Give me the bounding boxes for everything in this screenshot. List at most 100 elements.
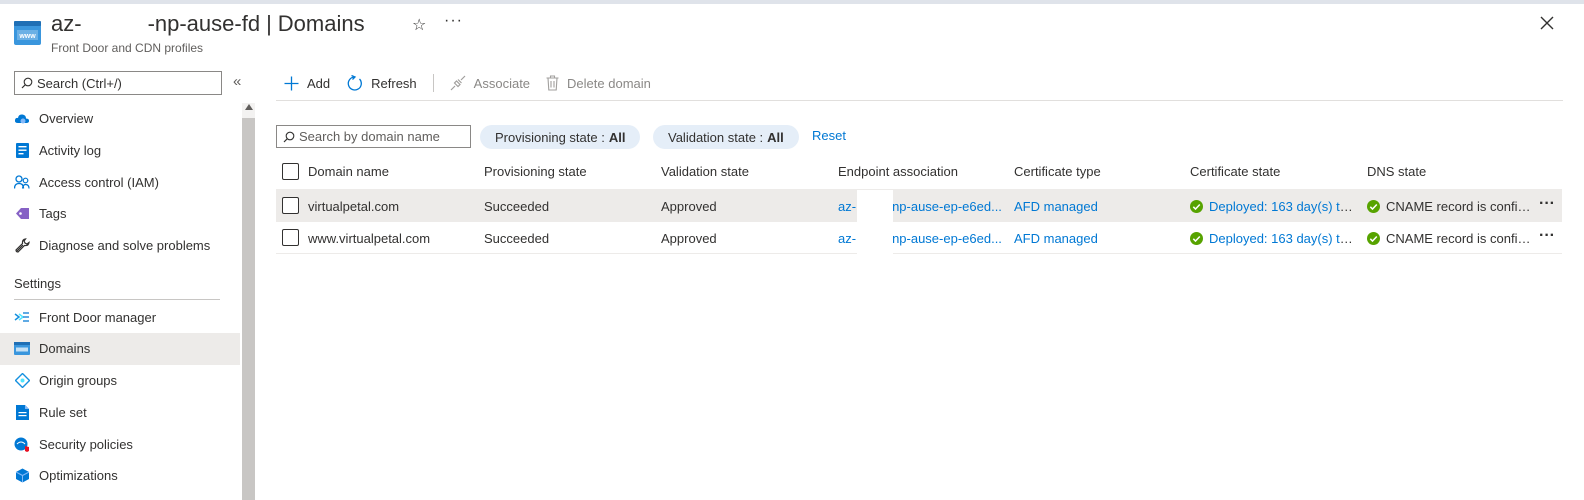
column-header-validation-state[interactable]: Validation state bbox=[661, 164, 749, 179]
nav-label: Rule set bbox=[39, 404, 87, 420]
filter-label: Provisioning state : bbox=[495, 129, 605, 145]
front-door-icon bbox=[14, 309, 30, 325]
filter-value: All bbox=[767, 129, 784, 145]
domain-search-input[interactable] bbox=[299, 129, 464, 144]
success-check-icon bbox=[1190, 200, 1203, 213]
close-icon[interactable] bbox=[1538, 14, 1556, 32]
nav-item-domains[interactable]: Domains bbox=[0, 333, 240, 365]
domain-name-cell: virtualpetal.com bbox=[308, 199, 400, 214]
row-divider bbox=[276, 253, 1562, 254]
row-more-actions-icon[interactable]: ··· bbox=[1539, 227, 1555, 245]
add-label: Add bbox=[307, 75, 331, 91]
row-more-actions-icon[interactable]: ··· bbox=[1539, 195, 1555, 213]
provisioning-state-filter[interactable]: Provisioning state : All bbox=[480, 125, 641, 149]
dns-state-cell: CNAME record is config... bbox=[1367, 231, 1535, 246]
endpoint-suffix: np-ause-ep-e6ed... bbox=[892, 231, 1002, 246]
nav-item-tags[interactable]: Tags bbox=[0, 198, 240, 230]
endpoint-suffix: np-ause-ep-e6ed... bbox=[892, 199, 1002, 214]
column-header-certificate-type[interactable]: Certificate type bbox=[1014, 164, 1101, 179]
success-check-icon bbox=[1367, 200, 1380, 213]
validation-state-filter[interactable]: Validation state : All bbox=[653, 125, 799, 149]
nav-item-access-control[interactable]: Access control (IAM) bbox=[0, 166, 240, 198]
nav-item-rule-set[interactable]: Rule set bbox=[0, 397, 240, 429]
filter-value: All bbox=[608, 129, 626, 145]
nav-label: Front Door manager bbox=[39, 309, 157, 325]
nav-item-activity-log[interactable]: Activity log bbox=[0, 135, 240, 167]
validation-state-cell: Approved bbox=[661, 231, 717, 246]
nav-label: Origin groups bbox=[39, 373, 118, 389]
domains-icon bbox=[14, 341, 30, 357]
row-checkbox[interactable] bbox=[282, 229, 299, 246]
optimizations-icon bbox=[14, 468, 30, 484]
reset-filters-link[interactable]: Reset bbox=[812, 128, 846, 143]
page-subtitle: Front Door and CDN profiles bbox=[51, 41, 204, 55]
nav-item-origin-groups[interactable]: Origin groups bbox=[0, 365, 240, 397]
command-bar: Add Refresh Associate Delete domain bbox=[284, 72, 667, 94]
success-check-icon bbox=[1190, 232, 1203, 245]
refresh-icon bbox=[346, 74, 363, 92]
certificate-state-cell[interactable]: Deployed: 163 day(s) to ... bbox=[1190, 199, 1360, 214]
nav-label: Access control (IAM) bbox=[39, 174, 159, 190]
nav-item-optimizations[interactable]: Optimizations bbox=[0, 460, 240, 492]
column-header-provisioning-state[interactable]: Provisioning state bbox=[484, 164, 587, 179]
certificate-type-link[interactable]: AFD managed bbox=[1014, 231, 1098, 246]
row-checkbox[interactable] bbox=[282, 197, 299, 214]
rule-set-icon bbox=[14, 404, 30, 420]
column-header-domain-name[interactable]: Domain name bbox=[308, 164, 389, 179]
origin-groups-icon bbox=[14, 373, 30, 389]
add-button[interactable]: Add bbox=[284, 76, 330, 91]
nav-section-settings: Settings bbox=[14, 276, 61, 292]
nav-label: Optimizations bbox=[39, 468, 118, 484]
dns-state-cell: CNAME record is config... bbox=[1367, 199, 1535, 214]
toolbar-divider bbox=[276, 100, 1563, 101]
title-separator: | bbox=[266, 11, 272, 36]
nav-item-diagnose[interactable]: Diagnose and solve problems bbox=[0, 230, 240, 262]
people-icon bbox=[14, 174, 30, 190]
page-title: az- -np-ause-fd | Domains bbox=[51, 11, 365, 37]
nav-label: Diagnose and solve problems bbox=[39, 238, 211, 254]
wrench-icon bbox=[14, 238, 30, 254]
certificate-state-text: Deployed: 163 day(s) to ... bbox=[1209, 199, 1360, 214]
activity-log-icon bbox=[14, 143, 30, 159]
nav-label: Overview bbox=[39, 111, 94, 127]
column-header-dns-state[interactable]: DNS state bbox=[1367, 164, 1426, 179]
nav-label: Activity log bbox=[39, 143, 102, 159]
scroll-up-arrow-icon[interactable] bbox=[245, 104, 253, 110]
provisioning-state-cell: Succeeded bbox=[484, 199, 550, 214]
dns-state-text: CNAME record is config... bbox=[1386, 199, 1535, 214]
tag-icon bbox=[14, 206, 30, 222]
select-all-checkbox[interactable] bbox=[282, 163, 299, 180]
nav-section-divider bbox=[14, 299, 220, 301]
link-icon bbox=[450, 75, 466, 91]
toolbar-separator bbox=[432, 74, 434, 92]
nav-item-front-door-manager[interactable]: Front Door manager bbox=[0, 301, 240, 333]
provisioning-state-cell: Succeeded bbox=[484, 231, 550, 246]
domain-search-box[interactable] bbox=[276, 125, 471, 148]
title-page: Domains bbox=[277, 11, 365, 36]
nav-search-input[interactable] bbox=[37, 75, 207, 91]
column-header-certificate-state[interactable]: Certificate state bbox=[1190, 164, 1280, 179]
delete-label: Delete domain bbox=[567, 75, 651, 91]
plus-icon bbox=[284, 76, 299, 91]
nav-item-overview[interactable]: Overview bbox=[0, 103, 240, 135]
refresh-button[interactable]: Refresh bbox=[346, 74, 417, 92]
domain-name-cell: www.virtualpetal.com bbox=[308, 231, 431, 246]
endpoint-prefix: az- bbox=[838, 231, 857, 246]
certificate-state-cell[interactable]: Deployed: 163 day(s) to ... bbox=[1190, 231, 1360, 246]
collapse-nav-icon[interactable]: « bbox=[233, 73, 241, 90]
nav-item-security-policies[interactable]: Security policies bbox=[0, 428, 240, 460]
refresh-label: Refresh bbox=[371, 75, 417, 91]
nav-search-box[interactable] bbox=[14, 71, 222, 95]
column-header-endpoint-association[interactable]: Endpoint association bbox=[838, 164, 958, 179]
more-actions-icon[interactable]: ··· bbox=[444, 12, 463, 30]
associate-button[interactable]: Associate bbox=[450, 75, 530, 91]
nav-scrollbar-thumb[interactable] bbox=[242, 118, 255, 500]
favorite-star-icon[interactable]: ☆ bbox=[412, 15, 426, 35]
nav-label: Domains bbox=[39, 341, 91, 357]
success-check-icon bbox=[1367, 232, 1380, 245]
search-icon bbox=[21, 77, 33, 89]
search-icon bbox=[283, 131, 295, 142]
endpoint-prefix: az- bbox=[838, 199, 857, 214]
certificate-type-link[interactable]: AFD managed bbox=[1014, 199, 1098, 214]
delete-domain-button[interactable]: Delete domain bbox=[546, 75, 651, 91]
